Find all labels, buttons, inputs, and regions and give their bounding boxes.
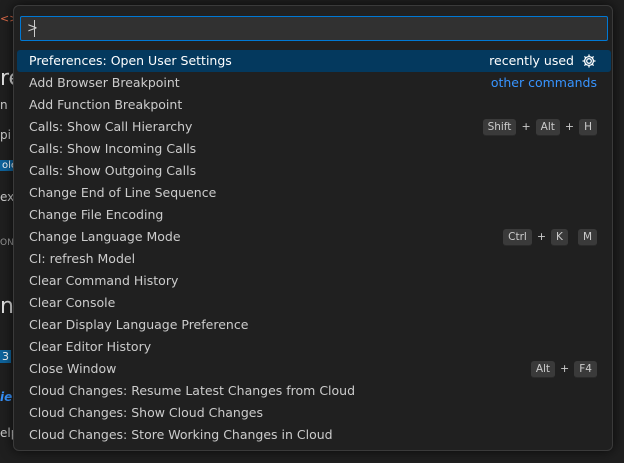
command-label: Cloud Changes: Show Cloud Changes: [29, 405, 263, 420]
key-cap: H: [579, 118, 597, 136]
other-commands-link[interactable]: other commands: [491, 72, 597, 94]
command-label: Change End of Line Sequence: [29, 185, 217, 200]
command-label: Add Browser Breakpoint: [29, 75, 180, 90]
plus-separator: +: [560, 362, 570, 375]
key-cap: F4: [574, 360, 597, 378]
command-palette: Preferences: Open User Settings recently …: [13, 5, 613, 451]
command-item[interactable]: Add Function Breakpoint: [17, 94, 611, 116]
command-item[interactable]: Add Browser Breakpoint other commands: [17, 72, 611, 94]
command-label: Clear Editor History: [29, 339, 152, 354]
text-caret: [34, 20, 35, 37]
command-item[interactable]: Cloud Changes: Store Working Changes in …: [17, 424, 611, 446]
command-item[interactable]: Calls: Show Incoming Calls: [17, 138, 611, 160]
command-meta: other commands: [491, 72, 597, 94]
command-label: Clear Display Language Preference: [29, 317, 249, 332]
command-label: Calls: Show Outgoing Calls: [29, 163, 197, 178]
bg-chip-fragment: 3: [0, 350, 11, 363]
key-cap: Alt: [530, 360, 556, 378]
command-meta: Shift + Alt + H: [482, 116, 597, 138]
command-label: Cloud Changes: Resume Latest Changes fro…: [29, 383, 356, 398]
key-cap: Ctrl: [503, 228, 532, 246]
bg-text-fragment: pi: [0, 128, 11, 142]
command-meta: Ctrl + K M: [503, 226, 597, 248]
plus-separator: +: [564, 120, 575, 133]
command-label: Close Window: [29, 361, 117, 376]
command-item[interactable]: Cloud Changes: Show Cloud Changes: [17, 402, 611, 424]
gear-icon[interactable]: [581, 53, 597, 69]
command-item[interactable]: Change Language Mode Ctrl + K M: [17, 226, 611, 248]
command-item[interactable]: Change End of Line Sequence: [17, 182, 611, 204]
command-item[interactable]: Clear Editor History: [17, 336, 611, 358]
command-meta: recently used: [489, 50, 597, 72]
command-label: Preferences: Open User Settings: [29, 53, 232, 68]
command-label: Calls: Show Incoming Calls: [29, 141, 197, 156]
plus-separator: +: [521, 120, 531, 133]
command-label: Add Function Breakpoint: [29, 97, 183, 112]
command-item[interactable]: Clear Console: [17, 292, 611, 314]
command-label: CI: refresh Model: [29, 251, 136, 266]
command-item[interactable]: Preferences: Open User Settings recently …: [17, 50, 611, 72]
keybinding: Ctrl + K M: [503, 226, 597, 248]
command-meta: Alt + F4: [530, 358, 597, 380]
command-input[interactable]: [20, 16, 608, 41]
command-label: Clear Console: [29, 295, 116, 310]
command-list: Preferences: Open User Settings recently …: [17, 50, 611, 446]
command-label: Change Language Mode: [29, 229, 181, 244]
key-cap: M: [577, 228, 597, 246]
keybinding: Shift + Alt + H: [482, 116, 597, 138]
command-item[interactable]: Clear Display Language Preference: [17, 314, 611, 336]
bg-text-fragment: ON: [0, 238, 14, 248]
command-item[interactable]: Cloud Changes: Resume Latest Changes fro…: [17, 380, 611, 402]
command-item[interactable]: Close Window Alt + F4: [17, 358, 611, 380]
keybinding: Alt + F4: [530, 358, 597, 380]
command-item[interactable]: Calls: Show Outgoing Calls: [17, 160, 611, 182]
command-label: Change File Encoding: [29, 207, 164, 222]
command-label: Calls: Show Call Hierarchy: [29, 119, 193, 134]
command-item[interactable]: CI: refresh Model: [17, 248, 611, 270]
bg-link-fragment: ie: [0, 390, 13, 404]
command-label: Clear Command History: [29, 273, 179, 288]
key-cap: Shift: [482, 118, 517, 136]
command-item[interactable]: Change File Encoding: [17, 204, 611, 226]
command-label: Cloud Changes: Store Working Changes in …: [29, 427, 333, 442]
recently-used-label: recently used: [489, 53, 574, 68]
command-item[interactable]: Calls: Show Call Hierarchy Shift + Alt + H: [17, 116, 611, 138]
plus-separator: +: [536, 230, 547, 243]
bg-text-fragment: n: [0, 98, 8, 112]
command-item[interactable]: Clear Command History: [17, 270, 611, 292]
key-cap: Alt: [535, 118, 560, 136]
key-cap: K: [551, 228, 568, 246]
